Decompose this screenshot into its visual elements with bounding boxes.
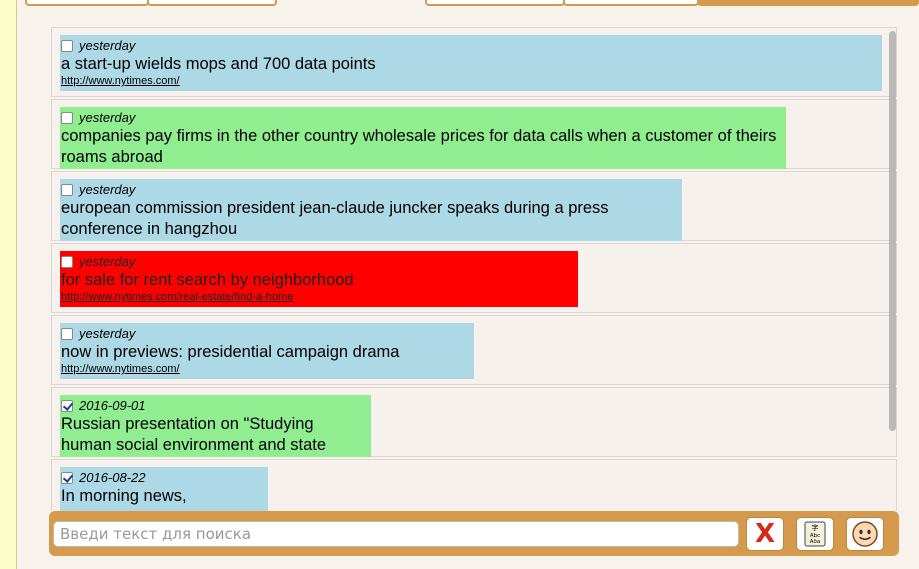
item-highlight: 2016-08-22 In morning news,	[60, 467, 268, 511]
item-checkbox[interactable]	[61, 471, 73, 484]
item-date: yesterday	[79, 38, 136, 53]
item-checkbox[interactable]	[61, 255, 73, 268]
item-checkbox[interactable]	[61, 327, 73, 340]
item-date-line: 2016-08-22	[61, 469, 264, 486]
item-title: european commission president jean-claud…	[61, 199, 609, 238]
item-date-line: yesterday	[61, 181, 678, 198]
svg-text:Aõa: Aõa	[810, 539, 820, 545]
tab-3[interactable]	[425, 0, 565, 6]
item-date: 2016-09-01	[79, 398, 146, 413]
item-link[interactable]: http://www.nytimes.com/	[61, 75, 878, 88]
search-bar: X 字 Abc Aõa	[49, 511, 899, 556]
item-date-line: yesterday	[61, 109, 782, 126]
dictionary-button[interactable]: 字 Abc Aõa	[796, 517, 834, 551]
red-x-icon: X	[754, 519, 776, 549]
item-date: yesterday	[79, 182, 136, 197]
item-title: a start-up wields mops and 700 data poin…	[61, 55, 376, 73]
clear-button[interactable]: X	[746, 517, 784, 551]
item-checkbox[interactable]	[61, 111, 73, 124]
list-item[interactable]: yesterday companies pay firms in the othe…	[51, 99, 897, 169]
scrollbar-thumb[interactable]	[889, 31, 896, 431]
item-highlight: 2016-09-01 Russian presentation on "Study…	[60, 395, 371, 457]
smiley-face-icon	[852, 521, 878, 547]
item-date: yesterday	[79, 254, 136, 269]
app-frame: yesterday a start-up wields mops and 700 …	[16, 0, 919, 569]
item-title: Russian presentation on "Studying human …	[61, 415, 327, 454]
item-checkbox[interactable]	[61, 39, 73, 52]
tab-1[interactable]	[25, 0, 149, 6]
item-date-line: yesterday	[61, 253, 574, 270]
face-button[interactable]	[846, 517, 884, 551]
item-title: for sale for rent search by neighborhood	[61, 271, 354, 289]
item-date-line: yesterday	[61, 325, 470, 342]
item-date: 2016-08-22	[79, 470, 146, 485]
tab-2[interactable]	[147, 0, 277, 6]
item-highlight: yesterday for sale for rent search by nei…	[60, 251, 578, 307]
item-highlight: yesterday companies pay firms in the othe…	[60, 107, 786, 169]
item-title: companies pay firms in the other country…	[61, 127, 777, 166]
list-item[interactable]: yesterday european commission president j…	[51, 171, 897, 241]
list-item[interactable]: yesterday for sale for rent search by nei…	[51, 243, 897, 313]
item-highlight: yesterday now in previews: presidential c…	[60, 323, 474, 379]
item-date: yesterday	[79, 326, 136, 341]
list-item[interactable]: yesterday now in previews: presidential c…	[51, 315, 897, 385]
item-checkbox[interactable]	[61, 183, 73, 196]
dictionary-icon: 字 Abc Aõa	[804, 521, 826, 547]
item-link[interactable]: http://www.nytimes.com/	[61, 363, 470, 376]
tab-4[interactable]	[563, 0, 699, 6]
list-item[interactable]: 2016-09-01 Russian presentation on "Study…	[51, 387, 897, 457]
tab-bar	[17, 0, 919, 8]
item-title: now in previews: presidential campaign d…	[61, 343, 400, 361]
item-link[interactable]: http://www.nytimes.com/real-estate/find-…	[61, 291, 574, 304]
tab-active[interactable]	[697, 0, 919, 6]
item-checkbox[interactable]	[61, 399, 73, 412]
list-item[interactable]: yesterday a start-up wields mops and 700 …	[51, 27, 897, 97]
item-date-line: yesterday	[61, 37, 878, 54]
item-title: In morning news,	[61, 487, 187, 505]
item-highlight: yesterday a start-up wields mops and 700 …	[60, 35, 882, 91]
item-date-line: 2016-09-01	[61, 397, 367, 414]
svg-text:字: 字	[812, 523, 819, 532]
search-input[interactable]	[53, 521, 739, 547]
scrollbar[interactable]	[887, 27, 898, 511]
list-item[interactable]: 2016-08-22 In morning news,	[51, 459, 897, 511]
news-list: yesterday a start-up wields mops and 700 …	[51, 27, 897, 511]
item-highlight: yesterday european commission president j…	[60, 179, 682, 241]
item-date: yesterday	[79, 110, 136, 125]
